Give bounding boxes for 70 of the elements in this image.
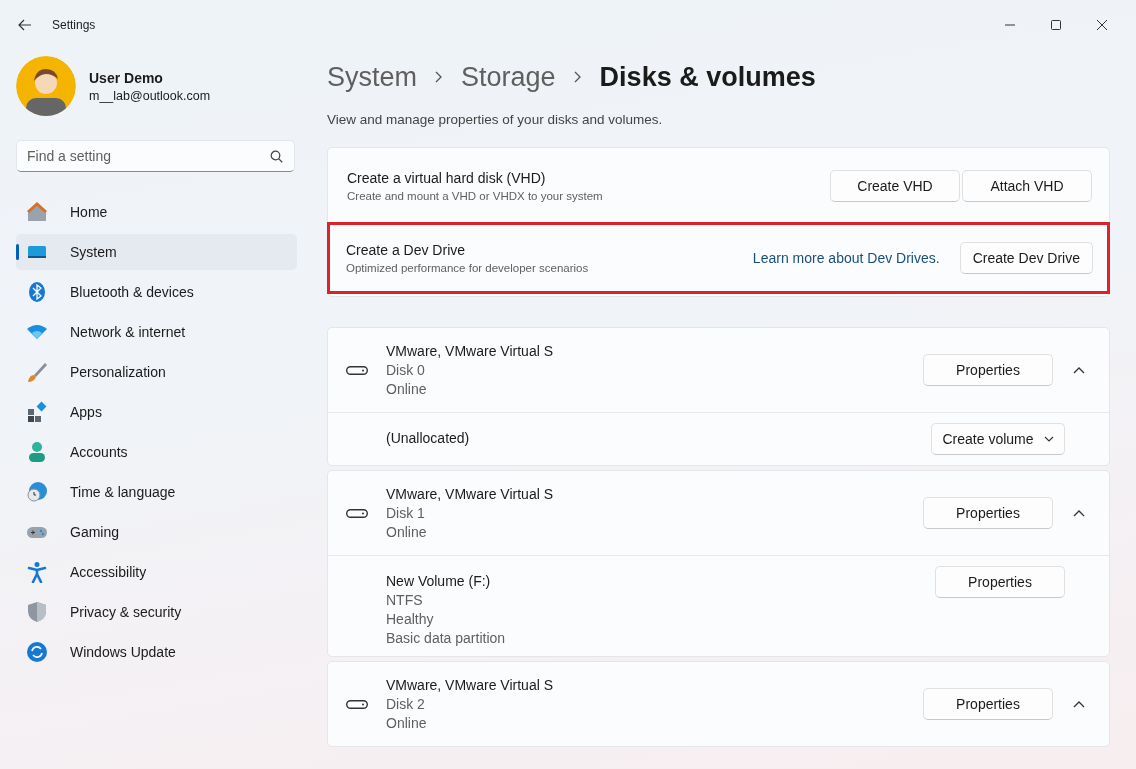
drive-icon — [346, 699, 368, 709]
properties-button[interactable]: Properties — [935, 566, 1065, 598]
volume-detail: Healthy — [386, 611, 435, 627]
sidebar-item[interactable]: Gaming — [16, 514, 297, 550]
time-icon — [26, 481, 48, 503]
sidebar-item[interactable]: Accessibility — [16, 554, 297, 590]
home-icon — [26, 201, 48, 223]
action-button[interactable]: Attach VHD — [962, 170, 1092, 202]
user-email: m__lab@outlook.com — [89, 88, 211, 103]
chevron-icon[interactable] — [1073, 366, 1085, 374]
accessibility-icon — [26, 561, 48, 583]
avatar — [16, 56, 76, 116]
disk-number: Disk 0 — [386, 362, 426, 378]
properties-button[interactable]: Properties — [923, 354, 1053, 386]
properties-button[interactable]: Properties — [923, 688, 1053, 720]
sidebar-item[interactable]: Apps — [16, 394, 297, 430]
disk-name: VMware, VMware Virtual S — [386, 343, 554, 359]
chevron-icon[interactable] — [1073, 700, 1085, 708]
disk-status: Online — [386, 524, 428, 540]
volume-detail: Basic data partition — [386, 630, 507, 646]
create-volume-dropdown[interactable]: Create volume — [931, 423, 1065, 455]
search-icon — [270, 150, 283, 163]
maximize-icon[interactable] — [1050, 19, 1062, 31]
disk-number: Disk 1 — [386, 505, 426, 521]
accounts-icon — [26, 441, 48, 463]
sidebar-item[interactable]: Personalization — [16, 354, 297, 390]
volume-detail: NTFS — [386, 592, 424, 608]
back-icon[interactable] — [18, 19, 32, 31]
action-button[interactable]: Create VHD — [830, 170, 960, 202]
disk-status: Online — [386, 715, 428, 731]
search-field[interactable]: Find a setting — [16, 140, 295, 172]
disk-name: VMware, VMware Virtual S — [386, 486, 554, 502]
close-icon[interactable] — [1096, 19, 1108, 31]
drive-icon — [346, 508, 368, 518]
apps-icon — [26, 401, 48, 423]
volume-name: (Unallocated) — [386, 430, 471, 446]
breadcrumb-link[interactable]: Storage — [461, 61, 556, 93]
sidebar-item[interactable]: Network & internet — [16, 314, 297, 350]
learn-more-link[interactable]: Learn more about Dev Drives. — [752, 250, 940, 266]
user-name: User Demo — [89, 69, 164, 86]
sidebar-item[interactable]: Home — [16, 194, 297, 230]
shield-icon — [26, 601, 48, 623]
chevron-icon — [435, 71, 444, 83]
setting-subtitle: Create and mount a VHD or VHDX to your system — [347, 190, 604, 202]
brush-icon — [26, 361, 48, 383]
drive-icon — [346, 365, 368, 375]
sidebar-item[interactable]: Time & language — [16, 474, 297, 510]
disk-name: VMware, VMware Virtual S — [386, 677, 554, 693]
breadcrumb-link[interactable]: System — [327, 61, 418, 93]
sidebar-item[interactable]: Windows Update — [16, 634, 297, 670]
disk-number: Disk 2 — [386, 696, 426, 712]
setting-title: Create a virtual hard disk (VHD) — [347, 170, 547, 186]
sidebar-item[interactable]: Privacy & security — [16, 594, 297, 630]
setting-title: Create a Dev Drive — [346, 242, 467, 258]
setting-subtitle: Optimized performance for developer scenarios — [346, 262, 590, 274]
page-title: Disks & volumes — [599, 61, 816, 93]
window-title: Settings — [52, 18, 96, 32]
update-icon — [26, 641, 48, 663]
properties-button[interactable]: Properties — [923, 497, 1053, 529]
caret-icon — [1043, 436, 1054, 442]
action-button[interactable]: Create Dev Drive — [959, 242, 1093, 274]
sidebar-item[interactable]: System — [16, 234, 297, 270]
chevron-icon[interactable] — [1073, 509, 1085, 517]
chevron-icon — [573, 71, 582, 83]
bluetooth-icon — [26, 281, 48, 303]
sidebar-item[interactable]: Bluetooth & devices — [16, 274, 297, 310]
volume-name: New Volume (F:) — [386, 573, 492, 589]
page-description: View and manage properties of your disks and volumes. — [327, 112, 664, 127]
sidebar-item[interactable]: Accounts — [16, 434, 297, 470]
disk-status: Online — [386, 381, 428, 397]
